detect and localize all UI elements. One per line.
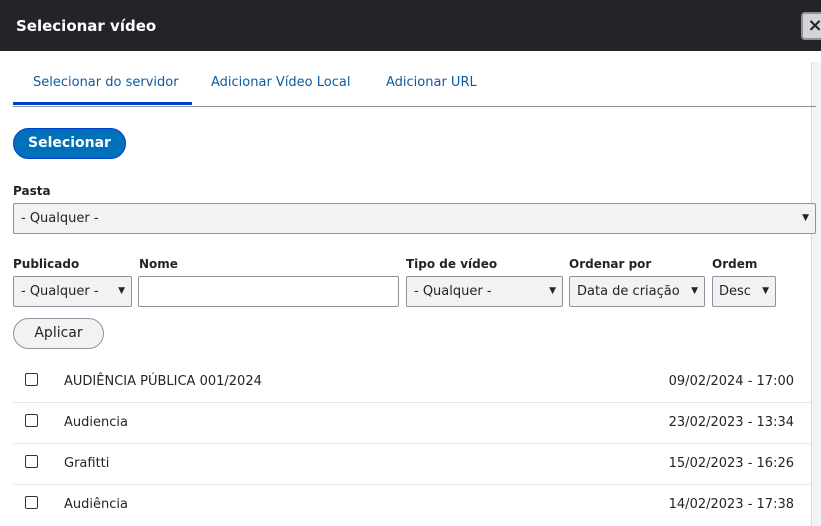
tab-select-from-server[interactable]: Selecionar do servidor	[33, 75, 179, 90]
video-name: AUDIÊNCIA PÚBLICA 001/2024	[64, 374, 262, 389]
table-row[interactable]: Audiência 14/02/2023 - 17:38	[13, 485, 811, 526]
order-label: Ordem	[712, 257, 758, 271]
sort-by-select[interactable]: Data de criação ▼	[569, 276, 705, 307]
row-checkbox[interactable]	[25, 414, 38, 427]
published-select-value: - Qualquer -	[21, 284, 99, 299]
row-checkbox[interactable]	[25, 496, 38, 509]
tab-bar: Selecionar do servidor Adicionar Vídeo L…	[13, 62, 816, 107]
table-row[interactable]: Audiencia 23/02/2023 - 13:34	[13, 403, 811, 444]
tab-add-local-video[interactable]: Adicionar Vídeo Local	[211, 75, 350, 90]
chevron-down-icon: ▼	[549, 286, 556, 296]
video-date: 15/02/2023 - 16:26	[668, 456, 794, 471]
close-button[interactable]: ×	[801, 12, 821, 40]
video-date: 23/02/2023 - 13:34	[668, 415, 794, 430]
video-type-label: Tipo de vídeo	[406, 257, 498, 271]
scrollbar[interactable]	[811, 62, 821, 526]
video-type-select[interactable]: - Qualquer - ▼	[406, 276, 563, 307]
apply-button[interactable]: Aplicar	[13, 318, 104, 349]
active-tab-indicator	[13, 102, 192, 105]
sort-by-label: Ordenar por	[569, 257, 652, 271]
name-label: Nome	[139, 257, 178, 271]
chevron-down-icon: ▼	[762, 286, 769, 296]
video-date: 14/02/2023 - 17:38	[668, 497, 794, 512]
order-select[interactable]: Desc ▼	[712, 276, 776, 307]
dialog-titlebar: Selecionar vídeo ×	[0, 0, 821, 51]
row-checkbox[interactable]	[25, 373, 38, 386]
folder-select-value: - Qualquer -	[21, 211, 99, 226]
folder-select[interactable]: - Qualquer - ▼	[13, 203, 816, 234]
chevron-down-icon: ▼	[118, 286, 125, 296]
video-name: Audiencia	[64, 415, 128, 430]
video-name: Grafitti	[64, 456, 110, 471]
video-type-select-value: - Qualquer -	[414, 284, 492, 299]
chevron-down-icon: ▼	[802, 213, 809, 223]
order-select-value: Desc	[719, 284, 751, 299]
row-checkbox[interactable]	[25, 455, 38, 468]
select-button[interactable]: Selecionar	[13, 128, 126, 159]
published-select[interactable]: - Qualquer - ▼	[13, 276, 132, 307]
table-row[interactable]: AUDIÊNCIA PÚBLICA 001/2024 09/02/2024 - …	[13, 362, 811, 403]
video-date: 09/02/2024 - 17:00	[668, 374, 794, 389]
folder-label: Pasta	[13, 184, 51, 198]
name-input[interactable]	[138, 276, 399, 307]
video-name: Audiência	[64, 497, 128, 512]
table-row[interactable]: Grafitti 15/02/2023 - 16:26	[13, 444, 811, 485]
chevron-down-icon: ▼	[691, 286, 698, 296]
tab-add-url[interactable]: Adicionar URL	[386, 75, 477, 90]
dialog-title: Selecionar vídeo	[16, 17, 157, 35]
published-label: Publicado	[13, 257, 80, 271]
sort-by-select-value: Data de criação	[577, 284, 680, 299]
